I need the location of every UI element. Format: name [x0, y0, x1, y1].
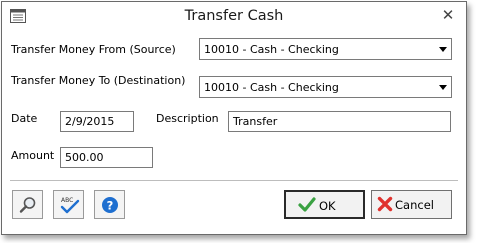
to-label: Transfer Money To (Destination): [11, 74, 186, 87]
magnifier-icon: [19, 197, 36, 213]
ok-button[interactable]: OK: [284, 190, 365, 219]
source-account-select[interactable]: 10010 - Cash - Checking: [199, 38, 452, 60]
transfer-cash-dialog: Transfer Cash ✕ Transfer Money From (Sou…: [1, 1, 467, 235]
cancel-label: Cancel: [395, 198, 434, 212]
spellcheck-text: ABC: [61, 197, 73, 204]
chevron-down-icon[interactable]: [439, 85, 447, 90]
amount-field[interactable]: 500.00: [60, 147, 153, 168]
source-account-value: 10010 - Cash - Checking: [204, 43, 339, 56]
description-field[interactable]: Transfer: [228, 111, 451, 132]
window-title: Transfer Cash: [184, 8, 284, 24]
checkmark-icon: [298, 197, 316, 212]
description-label: Description: [156, 112, 219, 125]
help-icon: ?: [102, 197, 118, 213]
help-button[interactable]: ?: [94, 190, 125, 219]
title-bar: Transfer Cash ✕: [2, 2, 466, 32]
spellcheck-icon: ABC: [60, 197, 80, 214]
spellcheck-button[interactable]: ABC: [53, 190, 84, 219]
date-label: Date: [11, 112, 38, 125]
amount-label: Amount: [11, 149, 55, 162]
search-button[interactable]: [12, 190, 43, 219]
date-field[interactable]: 2/9/2015: [60, 111, 134, 132]
footer-divider: [10, 180, 458, 181]
cancel-button[interactable]: Cancel: [371, 190, 452, 219]
close-icon[interactable]: ✕: [440, 7, 456, 23]
destination-account-select[interactable]: 10010 - Cash - Checking: [199, 76, 452, 98]
destination-account-value: 10010 - Cash - Checking: [204, 81, 339, 94]
chevron-down-icon[interactable]: [439, 47, 447, 52]
from-label: Transfer Money From (Source): [11, 43, 176, 56]
ok-label: OK: [319, 199, 336, 213]
help-text: ?: [107, 198, 114, 212]
cancel-x-icon: [377, 196, 393, 212]
